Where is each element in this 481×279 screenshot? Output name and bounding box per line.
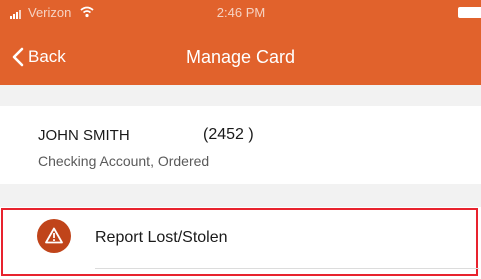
status-time: 2:46 PM — [216, 5, 266, 20]
manage-card-screen: Verizon 2:46 PM Back Manage Card JOHN SM… — [0, 0, 481, 279]
card-summary: JOHN SMITH (2452 ) Checking Account, Ord… — [0, 106, 481, 184]
card-holder-name: JOHN SMITH — [38, 127, 130, 144]
carrier-name: Verizon — [28, 5, 72, 20]
divider — [95, 268, 479, 269]
chevron-left-icon — [12, 47, 24, 67]
app-header: Verizon 2:46 PM Back Manage Card — [0, 0, 481, 85]
page-title: Manage Card — [185, 47, 296, 67]
back-button[interactable]: Back — [12, 44, 66, 70]
back-label: Back — [28, 47, 66, 66]
report-lost-stolen-label: Report Lost/Stolen — [95, 229, 228, 246]
selection-highlight — [1, 208, 478, 276]
section-spacer — [0, 184, 481, 207]
card-account-status: Checking Account, Ordered — [38, 153, 210, 169]
card-last-four: (2452 ) — [203, 126, 254, 143]
signal-bars-icon — [10, 10, 21, 19]
section-spacer — [0, 85, 481, 106]
navigation-bar: Back Manage Card — [0, 28, 481, 85]
battery-icon — [458, 7, 481, 18]
status-bar: Verizon 2:46 PM — [0, 0, 481, 28]
report-lost-stolen-row[interactable]: Report Lost/Stolen — [0, 207, 481, 279]
wifi-icon — [80, 6, 94, 18]
warning-triangle-icon — [37, 219, 71, 253]
